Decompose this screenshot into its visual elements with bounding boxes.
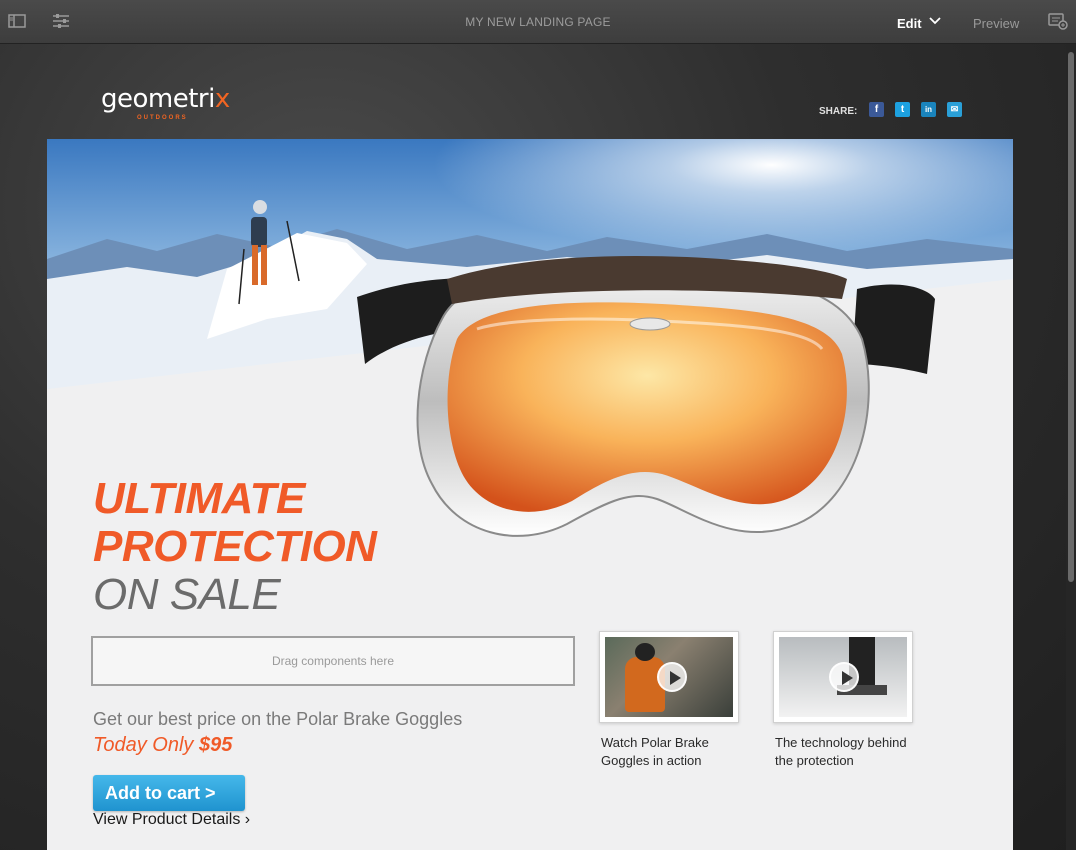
offer-text: Get our best price on the Polar Brake Go…	[93, 709, 463, 729]
add-to-cart-button[interactable]: Add to cart >	[93, 775, 245, 811]
caption-line: The technology behind	[775, 735, 907, 750]
video-thumbnail-1[interactable]	[599, 631, 739, 723]
editor-toolbar: MY NEW LANDING PAGE Edit Preview	[0, 0, 1076, 44]
headline-line-3: ON SALE	[93, 570, 281, 619]
video-thumbnail-2[interactable]	[773, 631, 913, 723]
scrollbar-thumb[interactable]	[1068, 52, 1074, 582]
today-offer: Today Only $95	[93, 734, 232, 757]
caption-line: Goggles in action	[601, 753, 702, 768]
scrollbar[interactable]	[1066, 44, 1076, 850]
page-canvas: geometrix OUTDOORS SHARE: f t in ✉ ULTIM…	[0, 44, 1076, 850]
linkedin-icon[interactable]: in	[921, 102, 936, 117]
video-caption-1[interactable]: Watch Polar Brake Goggles in action	[601, 734, 741, 770]
video-caption-2[interactable]: The technology behind the protection	[775, 734, 915, 770]
logo-text: geometri	[101, 84, 215, 114]
view-product-details-link[interactable]: View Product Details ›	[93, 811, 250, 829]
chevron-down-icon[interactable]	[928, 14, 942, 28]
annotate-icon[interactable]	[1048, 11, 1068, 31]
component-dropzone[interactable]: Drag components here	[91, 636, 575, 686]
share-label: SHARE:	[819, 106, 858, 117]
logo-subtitle: OUTDOORS	[137, 115, 188, 121]
today-label: Today Only	[93, 734, 194, 756]
email-icon[interactable]: ✉	[947, 102, 962, 117]
price: $95	[199, 734, 233, 756]
brand-logo[interactable]: geometrix OUTDOORS	[101, 84, 230, 121]
video-still	[779, 637, 907, 717]
video-still	[605, 637, 733, 717]
headline-line-2: PROTECTION	[93, 522, 377, 571]
logo-accent: x	[214, 84, 230, 114]
twitter-icon[interactable]: t	[895, 102, 910, 117]
play-icon[interactable]	[657, 662, 687, 692]
edit-mode-button[interactable]: Edit	[897, 16, 922, 31]
play-icon[interactable]	[829, 662, 859, 692]
preview-button[interactable]: Preview	[973, 16, 1019, 31]
landing-content: ULTIMATE PROTECTION ON SALE Drag compone…	[47, 139, 1013, 850]
facebook-icon[interactable]: f	[869, 102, 884, 117]
caption-line: Watch Polar Brake	[601, 735, 709, 750]
caption-line: the protection	[775, 753, 854, 768]
headline-line-1: ULTIMATE	[93, 474, 305, 523]
